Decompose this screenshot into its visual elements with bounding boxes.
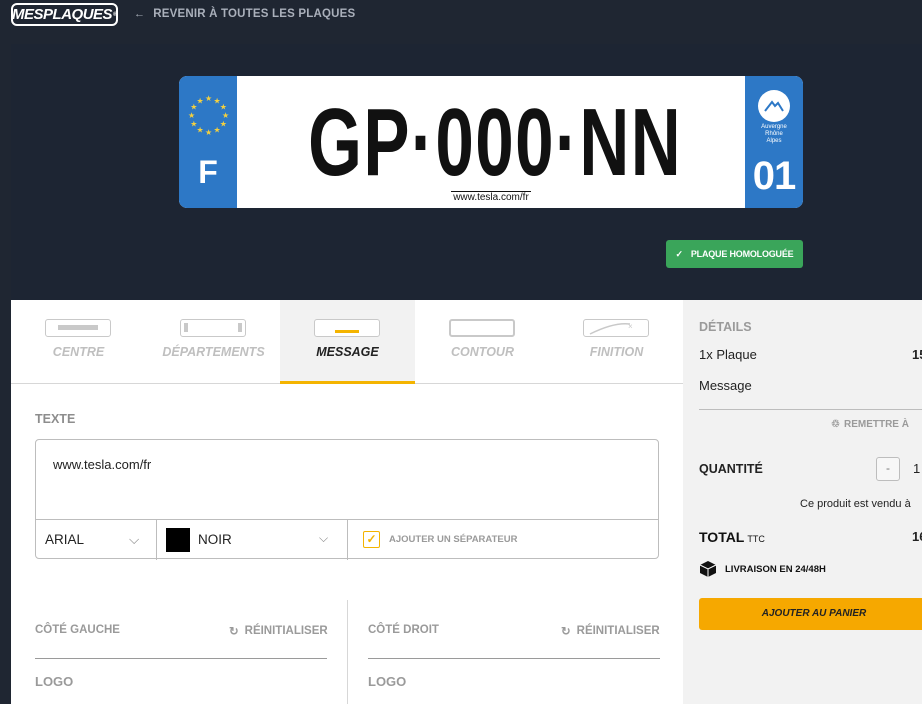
right-side-title: CÔTÉ DROIT	[368, 624, 439, 636]
eu-star-icon: ★	[197, 126, 204, 135]
reset-icon: ↻	[229, 626, 239, 638]
eu-star-icon: ★	[205, 128, 212, 137]
eu-star-icon: ★	[205, 94, 212, 103]
recycle-icon: ♲	[831, 419, 840, 430]
details-divider	[699, 409, 922, 410]
left-logo-label: LOGO	[35, 674, 74, 689]
right-reset-button[interactable]: ↻ RÉINITIALISER	[561, 624, 660, 638]
separator-label: AJOUTER UN SÉPARATEUR	[389, 534, 518, 545]
region-name: Auvergne Rhône Alpes	[761, 124, 787, 144]
right-divider	[368, 658, 660, 659]
mountain-icon	[758, 90, 790, 122]
tab-contour[interactable]: CONTOUR	[415, 300, 550, 384]
tab-departements[interactable]: DÉPARTEMENTS	[146, 300, 281, 384]
right-reset-label: RÉINITIALISER	[576, 625, 660, 637]
eu-star-icon: ★	[197, 96, 204, 105]
homologation-badge-label: PLAQUE HOMOLOGUÉE	[690, 249, 794, 259]
country-letter: F	[198, 154, 218, 190]
back-to-plates-link[interactable]: ← REVENIR À TOUTES LES PLAQUES	[134, 8, 355, 20]
quantity-decrease-button[interactable]: -	[876, 457, 900, 481]
department-number: 01	[752, 154, 797, 198]
font-select-value: ARIAL	[45, 532, 85, 547]
reset-all-label: REMETTRE À	[843, 419, 909, 430]
tab-centre-label: CENTRE	[52, 345, 105, 359]
tab-departements-label: DÉPARTEMENTS	[162, 345, 265, 359]
plate-centre-icon	[45, 319, 111, 337]
delivery-label: LIVRAISON EN 24/48H	[725, 563, 826, 575]
left-divider	[35, 658, 327, 659]
detail-line-plate-price: 15	[912, 347, 922, 362]
eu-star-icon: ★	[214, 126, 221, 135]
eu-band: ★ ★ ★ ★ ★ ★ ★ ★ ★ ★ ★ ★ F	[179, 76, 237, 208]
total-suffix: TTC	[747, 534, 765, 544]
detail-line-plate: 1x Plaque	[699, 347, 757, 362]
brand-logo-text: MESPLAQUES	[12, 6, 113, 23]
tab-message[interactable]: MESSAGE	[280, 300, 415, 384]
arrow-left-icon: ←	[134, 8, 146, 20]
message-options-row: ARIAL ⌵ NOIR ⌵ ✓ AJOUTER UN SÉPARATEUR	[36, 519, 658, 560]
detail-line-message: Message	[699, 378, 752, 393]
sold-note: Ce produit est vendu à	[800, 498, 911, 510]
message-text-value: www.tesla.com/fr	[53, 457, 152, 472]
details-title: DÉTAILS	[699, 320, 752, 334]
check-icon: ✓	[675, 248, 684, 259]
tab-finition-label: FINITION	[589, 345, 644, 359]
color-swatch	[166, 528, 190, 552]
eu-stars-icon: ★★★★★★★★★ ★ ★★	[188, 94, 229, 137]
eu-star-icon: ★	[190, 120, 197, 129]
right-logo-label: LOGO	[368, 674, 407, 689]
plate-preview-area: ★ ★ ★ ★ ★ ★ ★ ★ ★ ★ ★ ★ F GP·000·NN www.tesla.com/f…	[11, 44, 922, 300]
plate-message-icon	[314, 319, 380, 337]
color-select-value: NOIR	[198, 532, 232, 547]
tab-centre[interactable]: CENTRE	[11, 300, 146, 384]
license-plate-preview: ★ ★ ★ ★ ★ ★ ★ ★ ★ ★ ★ ★ F GP·000·NN www.tesla.com/f…	[179, 76, 803, 208]
plate-sides-icon	[180, 319, 246, 337]
plate-registration: GP·000·NN	[308, 89, 683, 196]
message-text-input[interactable]: www.tesla.com/fr ARIAL ⌵ NOIR ⌵ ✓ AJOUTE…	[35, 439, 659, 560]
reset-icon: ↻	[561, 626, 571, 638]
plate-url-value: www.tesla.com/fr	[451, 191, 531, 203]
color-select[interactable]: NOIR ⌵	[157, 520, 348, 560]
font-select[interactable]: ARIAL ⌵	[36, 520, 157, 560]
plate-contour-icon	[449, 319, 515, 337]
left-side-title: CÔTÉ GAUCHE	[35, 624, 120, 636]
details-panel: DÉTAILS 1x Plaque 15 Message ♲ REMETTRE …	[683, 300, 922, 704]
box-icon	[699, 561, 717, 577]
left-reset-label: RÉINITIALISER	[244, 625, 328, 637]
separator-option[interactable]: ✓ AJOUTER UN SÉPARATEUR	[348, 520, 658, 560]
top-bar: MESPLAQUES ® ← REVENIR À TOUTES LES PLAQU…	[0, 0, 922, 44]
tab-message-label: MESSAGE	[316, 345, 379, 359]
tab-contour-label: CONTOUR	[451, 345, 514, 359]
sides-divider	[347, 600, 348, 704]
config-tabs: CENTRE DÉPARTEMENTS MESSAGE CONTOUR × FI…	[11, 300, 683, 384]
chevron-down-icon: ⌵	[129, 532, 140, 547]
total-label-text: TOTAL	[699, 529, 745, 545]
quantity-value[interactable]: 1	[913, 461, 920, 476]
brand-logo[interactable]: MESPLAQUES ®	[11, 3, 118, 26]
total-value: 16	[912, 529, 922, 544]
tab-finition[interactable]: × FINITION	[549, 300, 684, 384]
total-label: TOTAL TTC	[699, 529, 765, 545]
quantity-label: QUANTITÉ	[699, 462, 763, 476]
plate-finish-icon: ×	[583, 319, 649, 337]
svg-text:×: ×	[628, 322, 633, 331]
separator-checkbox[interactable]: ✓	[363, 531, 380, 548]
homologation-badge: ✓ PLAQUE HOMOLOGUÉE	[666, 240, 803, 268]
eu-star-icon: ★	[220, 120, 227, 129]
registered-mark: ®	[113, 11, 117, 18]
chevron-down-icon: ⌵	[319, 531, 329, 545]
config-panel: CENTRE DÉPARTEMENTS MESSAGE CONTOUR × FI…	[11, 300, 683, 704]
eu-star-icon: ★	[220, 103, 227, 112]
plate-url-text: www.tesla.com/fr	[237, 191, 745, 203]
back-link-label: REVENIR À TOUTES LES PLAQUES	[153, 8, 356, 20]
add-to-cart-button[interactable]: AJOUTER AU PANIER	[699, 598, 922, 630]
reset-all-button[interactable]: ♲ REMETTRE À	[831, 419, 909, 430]
left-reset-button[interactable]: ↻ RÉINITIALISER	[229, 624, 328, 638]
texte-section-label: TEXTE	[35, 412, 76, 426]
eu-star-icon: ★	[188, 111, 195, 120]
delivery-info: LIVRAISON EN 24/48H	[699, 560, 826, 578]
region-band: Auvergne Rhône Alpes 01	[745, 76, 803, 208]
